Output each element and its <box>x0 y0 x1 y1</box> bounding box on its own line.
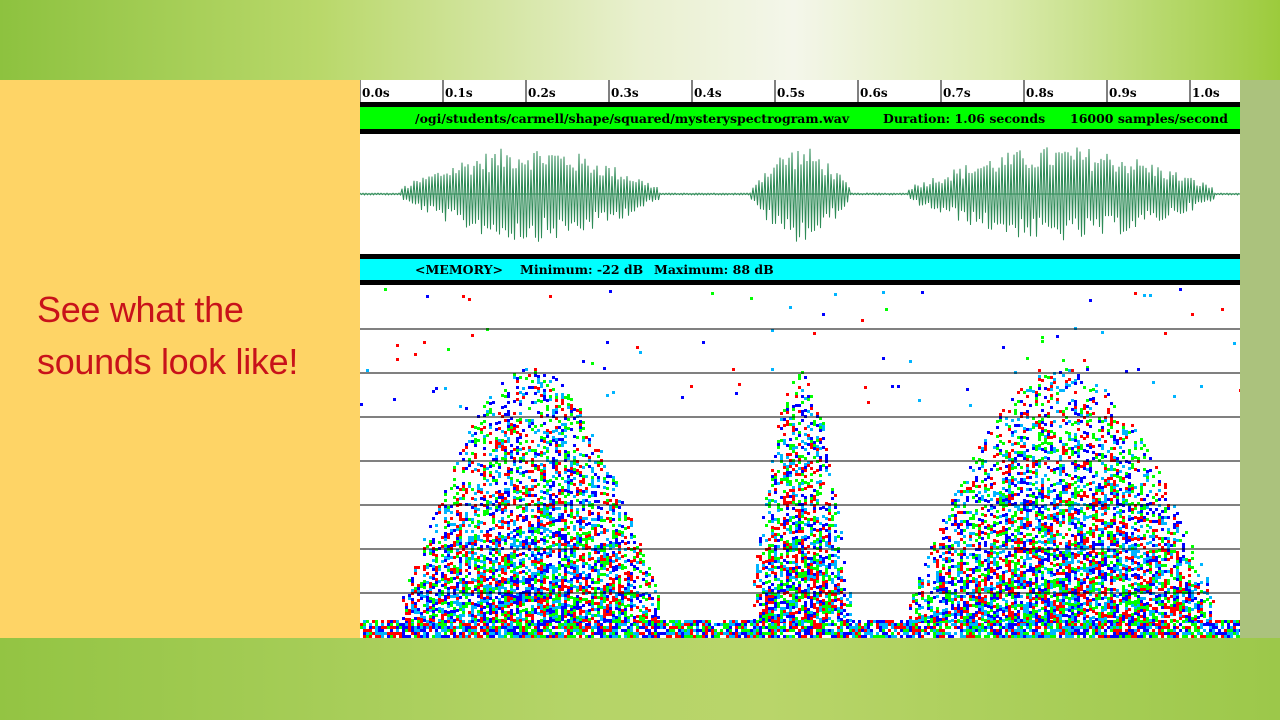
waveform-panel <box>360 134 1240 254</box>
slide-caption: See what the sounds look like! <box>37 289 299 382</box>
time-tick-label: 0.6s <box>860 86 888 100</box>
time-tick-label: 0.3s <box>611 86 639 100</box>
spectrogram-screenshot: 0.0s 0.1s 0.2s 0.3s 0.4s 0.5s 0.6s 0.7s 0.8s 0.9s… <box>360 80 1240 638</box>
top-decorative-band <box>0 0 1280 80</box>
file-info-bar: /ogi/students/carmell/shape/squared/myst… <box>360 107 1240 134</box>
right-decorative-strip <box>1240 80 1280 638</box>
time-tick-label: 1.0s <box>1192 86 1220 100</box>
time-tick-label: 0.8s <box>1026 86 1054 100</box>
time-tick-label: 0.2s <box>528 86 556 100</box>
file-path: /ogi/students/carmell/shape/squared/myst… <box>415 111 850 126</box>
file-duration: Duration: 1.06 seconds <box>883 111 1045 126</box>
memory-maximum: Maximum: 88 dB <box>654 262 774 277</box>
time-tick-label: 0.9s <box>1109 86 1137 100</box>
time-ruler: 0.0s 0.1s 0.2s 0.3s 0.4s 0.5s 0.6s 0.7s 0.8s 0.9s… <box>360 80 1240 107</box>
spectrogram-panel <box>360 285 1240 638</box>
file-sample-rate: 16000 samples/second <box>1070 111 1228 126</box>
memory-source: <MEMORY> <box>415 262 503 277</box>
time-tick-label: 0.1s <box>445 86 473 100</box>
time-tick-label: 0.5s <box>777 86 805 100</box>
time-tick-label: 0.4s <box>694 86 722 100</box>
time-tick-label: 0.0s <box>362 86 390 100</box>
bottom-decorative-band <box>0 638 1280 720</box>
time-tick-label: 0.7s <box>943 86 971 100</box>
spectrogram-display: 0.0s 0.1s 0.2s 0.3s 0.4s 0.5s 0.6s 0.7s 0.8s 0.9s… <box>360 80 1240 638</box>
memory-minimum: Minimum: -22 dB <box>520 262 643 277</box>
memory-info-bar: <MEMORY> Minimum: -22 dB Maximum: 88 dB <box>360 254 1240 285</box>
